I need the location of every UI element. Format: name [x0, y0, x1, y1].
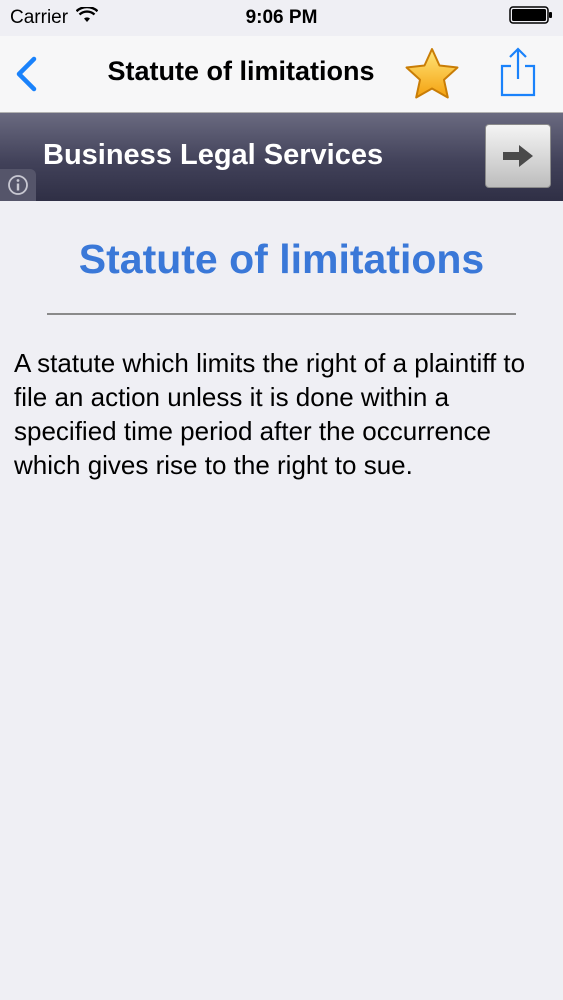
share-icon: [500, 47, 536, 97]
status-bar: Carrier 9:06 PM: [0, 0, 563, 36]
arrow-right-icon: [503, 145, 533, 167]
info-button[interactable]: [0, 169, 36, 201]
share-button[interactable]: [497, 46, 539, 98]
navigation-bar: Statute of limitations: [0, 36, 563, 113]
heading-divider: [47, 313, 516, 315]
info-icon: [8, 175, 28, 195]
ad-text[interactable]: Business Legal Services: [43, 139, 383, 172]
ad-banner[interactable]: Business Legal Services: [0, 113, 563, 201]
favorite-button[interactable]: [403, 46, 461, 102]
ad-arrow-button[interactable]: [485, 124, 551, 188]
term-heading: Statute of limitations: [78, 236, 485, 282]
star-icon: [405, 48, 459, 99]
status-time: 9:06 PM: [245, 7, 318, 28]
term-definition: A statute which limits the right of a pl…: [14, 348, 526, 480]
